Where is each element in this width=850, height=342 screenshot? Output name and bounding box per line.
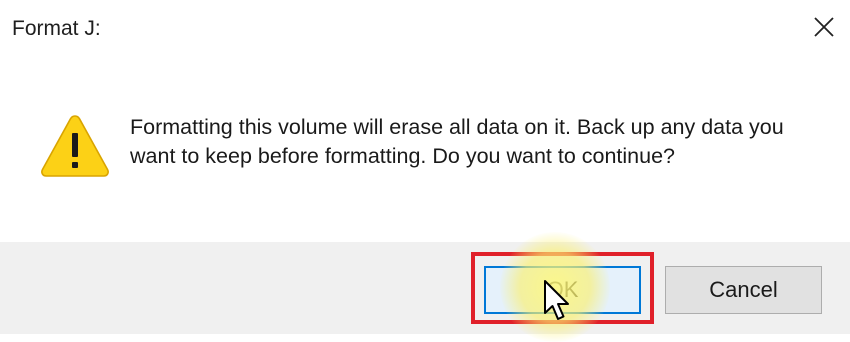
dialog-title: Format J: <box>12 17 101 40</box>
close-icon <box>814 17 834 37</box>
warning-triangle-icon <box>41 115 109 177</box>
dialog-message: Formatting this volume will erase all da… <box>130 115 784 168</box>
cancel-button[interactable]: Cancel <box>665 266 822 314</box>
close-button[interactable] <box>800 6 848 48</box>
mouse-pointer-icon <box>544 280 569 320</box>
